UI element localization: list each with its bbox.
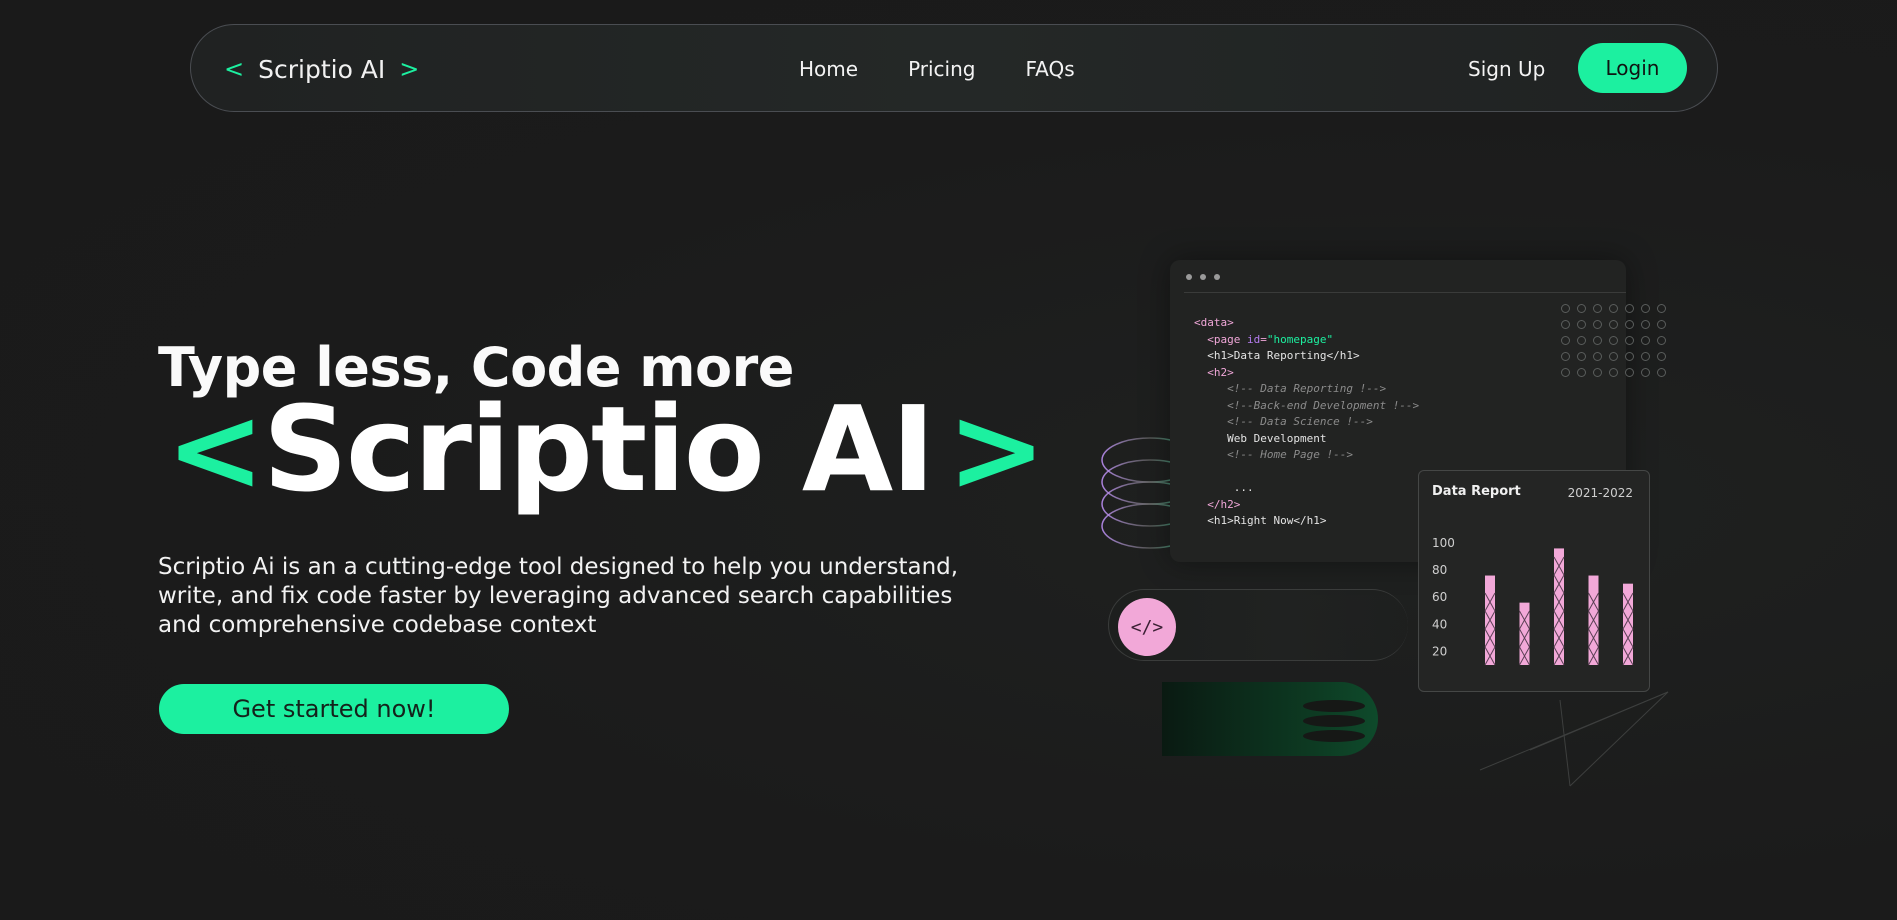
login-button[interactable]: Login <box>1578 43 1687 93</box>
code-line: <data> <box>1194 316 1234 329</box>
grid-dot <box>1641 320 1650 329</box>
code-line: <!--Back-end Development !--> <box>1227 398 1420 412</box>
nav-link-pricing[interactable]: Pricing <box>908 57 975 81</box>
hero-title-close-bracket: > <box>947 380 1046 518</box>
grid-dot <box>1657 368 1666 377</box>
grid-dot <box>1657 320 1666 329</box>
grid-dot <box>1593 304 1602 313</box>
y-tick-label: 100 <box>1432 536 1455 550</box>
y-tick-label: 60 <box>1432 590 1447 604</box>
grid-dot <box>1657 304 1666 313</box>
code-line: </h2> <box>1207 497 1241 511</box>
grid-dot <box>1577 352 1586 361</box>
hero-title-text: Scriptio AI <box>262 380 935 518</box>
grid-dot <box>1657 336 1666 345</box>
grid-dot <box>1641 336 1650 345</box>
grid-dot <box>1609 336 1618 345</box>
signup-link[interactable]: Sign Up <box>1468 25 1545 113</box>
window-controls <box>1186 274 1220 280</box>
brand-name: Scriptio AI <box>258 54 386 84</box>
grid-dot <box>1577 336 1586 345</box>
hero-title-open-bracket: < <box>166 380 265 518</box>
hero-illustration: <data> <page id="homepage" <h1>Data Repo… <box>1080 250 1680 810</box>
code-line: <h2> <box>1207 365 1234 379</box>
grid-dot <box>1641 368 1650 377</box>
grid-dot <box>1577 320 1586 329</box>
grid-dot <box>1593 352 1602 361</box>
grid-dot <box>1625 368 1634 377</box>
brand-logo[interactable]: < Scriptio AI > <box>224 25 419 113</box>
brand-close-bracket: > <box>399 55 420 83</box>
grid-dot <box>1625 320 1634 329</box>
nav-link-home[interactable]: Home <box>799 57 858 81</box>
code-line: <page id="homepage" <box>1207 332 1334 346</box>
grid-dot <box>1609 368 1618 377</box>
grid-dot <box>1577 368 1586 377</box>
grid-dot <box>1593 368 1602 377</box>
hero-description: Scriptio Ai is an a cutting-edge tool de… <box>158 554 959 638</box>
grid-dot <box>1561 304 1570 313</box>
code-line: ... <box>1233 481 1254 494</box>
code-line: <!-- Data Reporting !--> <box>1227 382 1387 395</box>
grid-dot <box>1593 336 1602 345</box>
code-line: <!-- Home Page !--> <box>1227 448 1353 461</box>
code-line: Web Development <box>1227 431 1327 445</box>
database-icon <box>1303 700 1365 745</box>
code-line: <h1>Data Reporting</h1> <box>1207 349 1360 362</box>
landing-page: < Scriptio AI > Home Pricing FAQs Sign U… <box>0 0 1897 920</box>
grid-dot <box>1561 336 1570 345</box>
navbar: < Scriptio AI > Home Pricing FAQs Sign U… <box>190 24 1718 112</box>
code-line: <!-- Data Science !--> <box>1227 415 1373 428</box>
brand-open-bracket: < <box>224 55 245 83</box>
data-report-card: Data Report 2021-2022 100 80 60 40 20 <box>1418 470 1650 692</box>
bar-chart: 100 80 60 40 20 <box>1432 536 1634 666</box>
grid-dot <box>1625 304 1634 313</box>
grid-dot <box>1609 304 1618 313</box>
y-tick-label: 40 <box>1432 617 1447 631</box>
grid-dot <box>1577 304 1586 313</box>
grid-dot <box>1593 320 1602 329</box>
dot-grid-decoration <box>1558 301 1670 381</box>
decorative-lines <box>1479 691 1669 787</box>
code-line: <h1>Right Now</h1> <box>1207 514 1327 527</box>
y-tick-label: 20 <box>1432 644 1447 658</box>
grid-dot <box>1561 368 1570 377</box>
nav-link-faqs[interactable]: FAQs <box>1025 57 1074 81</box>
nav-links: Home Pricing FAQs <box>799 25 1075 113</box>
y-tick-label: 80 <box>1432 563 1447 577</box>
grid-dot <box>1657 352 1666 361</box>
get-started-button[interactable]: Get started now! <box>159 684 509 734</box>
hero-title: < Scriptio AI > <box>166 380 1046 518</box>
grid-dot <box>1641 304 1650 313</box>
grid-dot <box>1625 336 1634 345</box>
grid-dot <box>1561 352 1570 361</box>
grid-dot <box>1609 320 1618 329</box>
grid-dot <box>1609 352 1618 361</box>
code-snippet: <data> <page id="homepage" <h1>Data Repo… <box>1194 315 1419 530</box>
grid-dot <box>1625 352 1634 361</box>
grid-dot <box>1561 320 1570 329</box>
grid-dot <box>1641 352 1650 361</box>
code-icon: </> <box>1118 598 1176 656</box>
